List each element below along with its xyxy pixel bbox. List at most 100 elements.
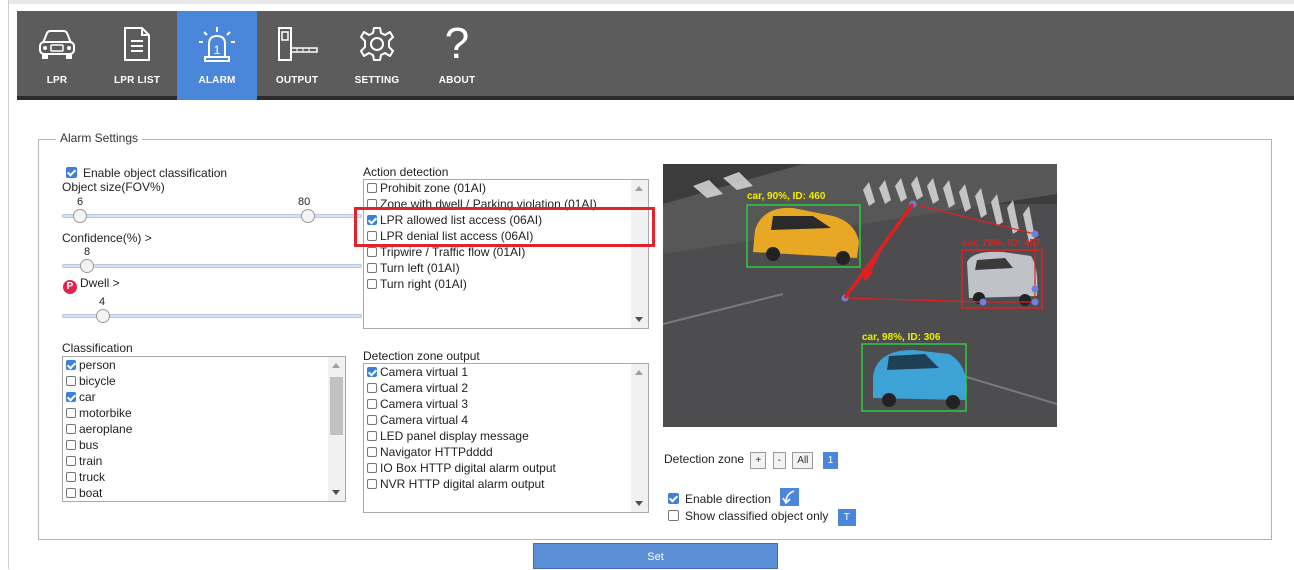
checkbox[interactable] xyxy=(367,247,377,257)
confidence-slider[interactable] xyxy=(62,259,362,273)
detection-label: car, 98%, ID: 306 xyxy=(862,332,941,343)
zone-number-button[interactable]: 1 xyxy=(822,452,839,469)
checkbox[interactable] xyxy=(367,399,377,409)
gear-icon xyxy=(360,27,394,61)
checkbox[interactable] xyxy=(367,431,377,441)
list-item[interactable]: train xyxy=(63,453,345,469)
checkbox[interactable] xyxy=(66,424,76,434)
list-item[interactable]: car xyxy=(63,389,345,405)
item-label: Prohibit zone (01AI) xyxy=(380,181,487,195)
checkbox[interactable] xyxy=(66,408,76,418)
action-scrollbar[interactable] xyxy=(631,180,648,328)
checkbox[interactable] xyxy=(66,376,76,386)
item-label: aeroplane xyxy=(79,422,133,436)
nav-lpr[interactable]: LPR xyxy=(17,11,97,100)
alarm-siren-icon: 1 xyxy=(199,27,235,62)
list-item[interactable]: IO Box HTTP digital alarm output xyxy=(364,460,648,476)
list-item[interactable]: Prohibit zone (01AI) xyxy=(364,180,648,196)
list-item[interactable]: Navigator HTTPdddd xyxy=(364,444,648,460)
checkbox[interactable] xyxy=(66,360,76,370)
remove-zone-button[interactable]: - xyxy=(772,452,786,469)
scroll-thumb[interactable] xyxy=(330,377,343,435)
action-detection-list[interactable]: Prohibit zone (01AI) Zone with dwell / P… xyxy=(363,179,649,329)
classification-list[interactable]: person bicycle car motorbike aeroplane b… xyxy=(62,356,346,502)
detection-label: car, 90%, ID: 460 xyxy=(747,191,826,202)
nav-alarm[interactable]: 1 ALARM xyxy=(177,11,257,100)
checkbox[interactable] xyxy=(66,456,76,466)
zone-output-scrollbar[interactable] xyxy=(631,364,648,512)
enable-classification-checkbox[interactable]: Enable object classification xyxy=(66,166,227,180)
direction-arrow-button[interactable] xyxy=(780,488,800,506)
checkbox[interactable] xyxy=(367,463,377,473)
list-item[interactable]: person xyxy=(63,357,345,373)
show-classified-checkbox[interactable] xyxy=(668,510,679,521)
nav-output[interactable]: OUTPUT xyxy=(257,11,337,100)
top-navigation: LPR LPR LIST 1 ALARM OUTPUT SETTING ? AB… xyxy=(17,11,1294,100)
all-zones-button[interactable]: All xyxy=(792,452,814,469)
list-item[interactable]: Camera virtual 3 xyxy=(364,396,648,412)
confidence-value: 8 xyxy=(84,246,91,258)
checkbox[interactable] xyxy=(66,167,77,178)
list-item[interactable]: NVR HTTP digital alarm output xyxy=(364,476,648,492)
item-label: person xyxy=(79,358,116,372)
classification-label: Classification xyxy=(62,341,133,355)
checkbox[interactable] xyxy=(66,440,76,450)
scroll-up-icon[interactable] xyxy=(332,363,340,368)
list-item[interactable]: Camera virtual 4 xyxy=(364,412,648,428)
nav-label: ABOUT xyxy=(438,75,476,86)
object-size-min-value: 6 xyxy=(77,196,84,208)
list-item[interactable]: Camera virtual 2 xyxy=(364,380,648,396)
gate-barrier-icon xyxy=(278,27,318,61)
checkbox[interactable] xyxy=(66,488,76,498)
checkbox[interactable] xyxy=(367,183,377,193)
list-item[interactable]: aeroplane xyxy=(63,421,345,437)
list-item[interactable]: LED panel display message xyxy=(364,428,648,444)
item-label: bus xyxy=(79,438,99,452)
scroll-down-icon[interactable] xyxy=(635,317,643,322)
list-item[interactable]: Turn left (01AI) xyxy=(364,260,648,276)
confidence-handle[interactable] xyxy=(80,259,94,273)
checkbox[interactable] xyxy=(367,263,377,273)
checkbox[interactable] xyxy=(367,367,377,377)
checkbox[interactable] xyxy=(367,279,377,289)
checkbox-label: Enable object classification xyxy=(83,166,228,180)
dwell-handle[interactable] xyxy=(96,309,110,323)
scroll-up-icon[interactable] xyxy=(635,186,643,191)
object-size-slider[interactable] xyxy=(62,209,362,223)
list-item[interactable]: Turn right (01AI) xyxy=(364,276,648,292)
scroll-down-icon[interactable] xyxy=(332,490,340,495)
nav-about[interactable]: ? ABOUT xyxy=(417,11,497,100)
checkbox[interactable] xyxy=(367,415,377,425)
set-button[interactable]: Set xyxy=(533,543,778,569)
object-size-max-handle[interactable] xyxy=(301,209,315,223)
scroll-up-icon[interactable] xyxy=(635,370,643,375)
checkbox[interactable] xyxy=(367,479,377,489)
enable-direction-checkbox[interactable] xyxy=(668,493,679,504)
checkbox[interactable] xyxy=(66,392,76,402)
svg-text:1: 1 xyxy=(214,43,221,57)
zone-output-list[interactable]: Camera virtual 1 Camera virtual 2 Camera… xyxy=(363,363,649,513)
item-label: motorbike xyxy=(79,406,132,420)
dwell-slider[interactable] xyxy=(62,309,362,323)
detection-zone-label: Detection zone xyxy=(664,452,745,466)
checkbox[interactable] xyxy=(367,383,377,393)
checkbox[interactable] xyxy=(66,472,76,482)
list-item[interactable]: bicycle xyxy=(63,373,345,389)
add-zone-button[interactable]: + xyxy=(750,452,767,469)
show-classified-button[interactable]: T xyxy=(837,509,856,526)
document-icon xyxy=(124,27,150,61)
scroll-down-icon[interactable] xyxy=(635,501,643,506)
list-item[interactable]: boat xyxy=(63,485,345,501)
nav-label: OUTPUT xyxy=(275,75,319,86)
list-item[interactable]: motorbike xyxy=(63,405,345,421)
nav-setting[interactable]: SETTING xyxy=(337,11,417,100)
list-item[interactable]: bus xyxy=(63,437,345,453)
nav-lpr-list[interactable]: LPR LIST xyxy=(97,11,177,100)
object-size-min-handle[interactable] xyxy=(73,209,87,223)
checkbox[interactable] xyxy=(367,447,377,457)
list-item[interactable]: Camera virtual 1 xyxy=(364,364,648,380)
car-icon xyxy=(39,30,75,59)
classification-scrollbar[interactable] xyxy=(328,357,345,501)
camera-view[interactable]: car, 90%, ID: 460 car, 70%, ID: 457 car,… xyxy=(663,164,1057,427)
list-item[interactable]: truck xyxy=(63,469,345,485)
